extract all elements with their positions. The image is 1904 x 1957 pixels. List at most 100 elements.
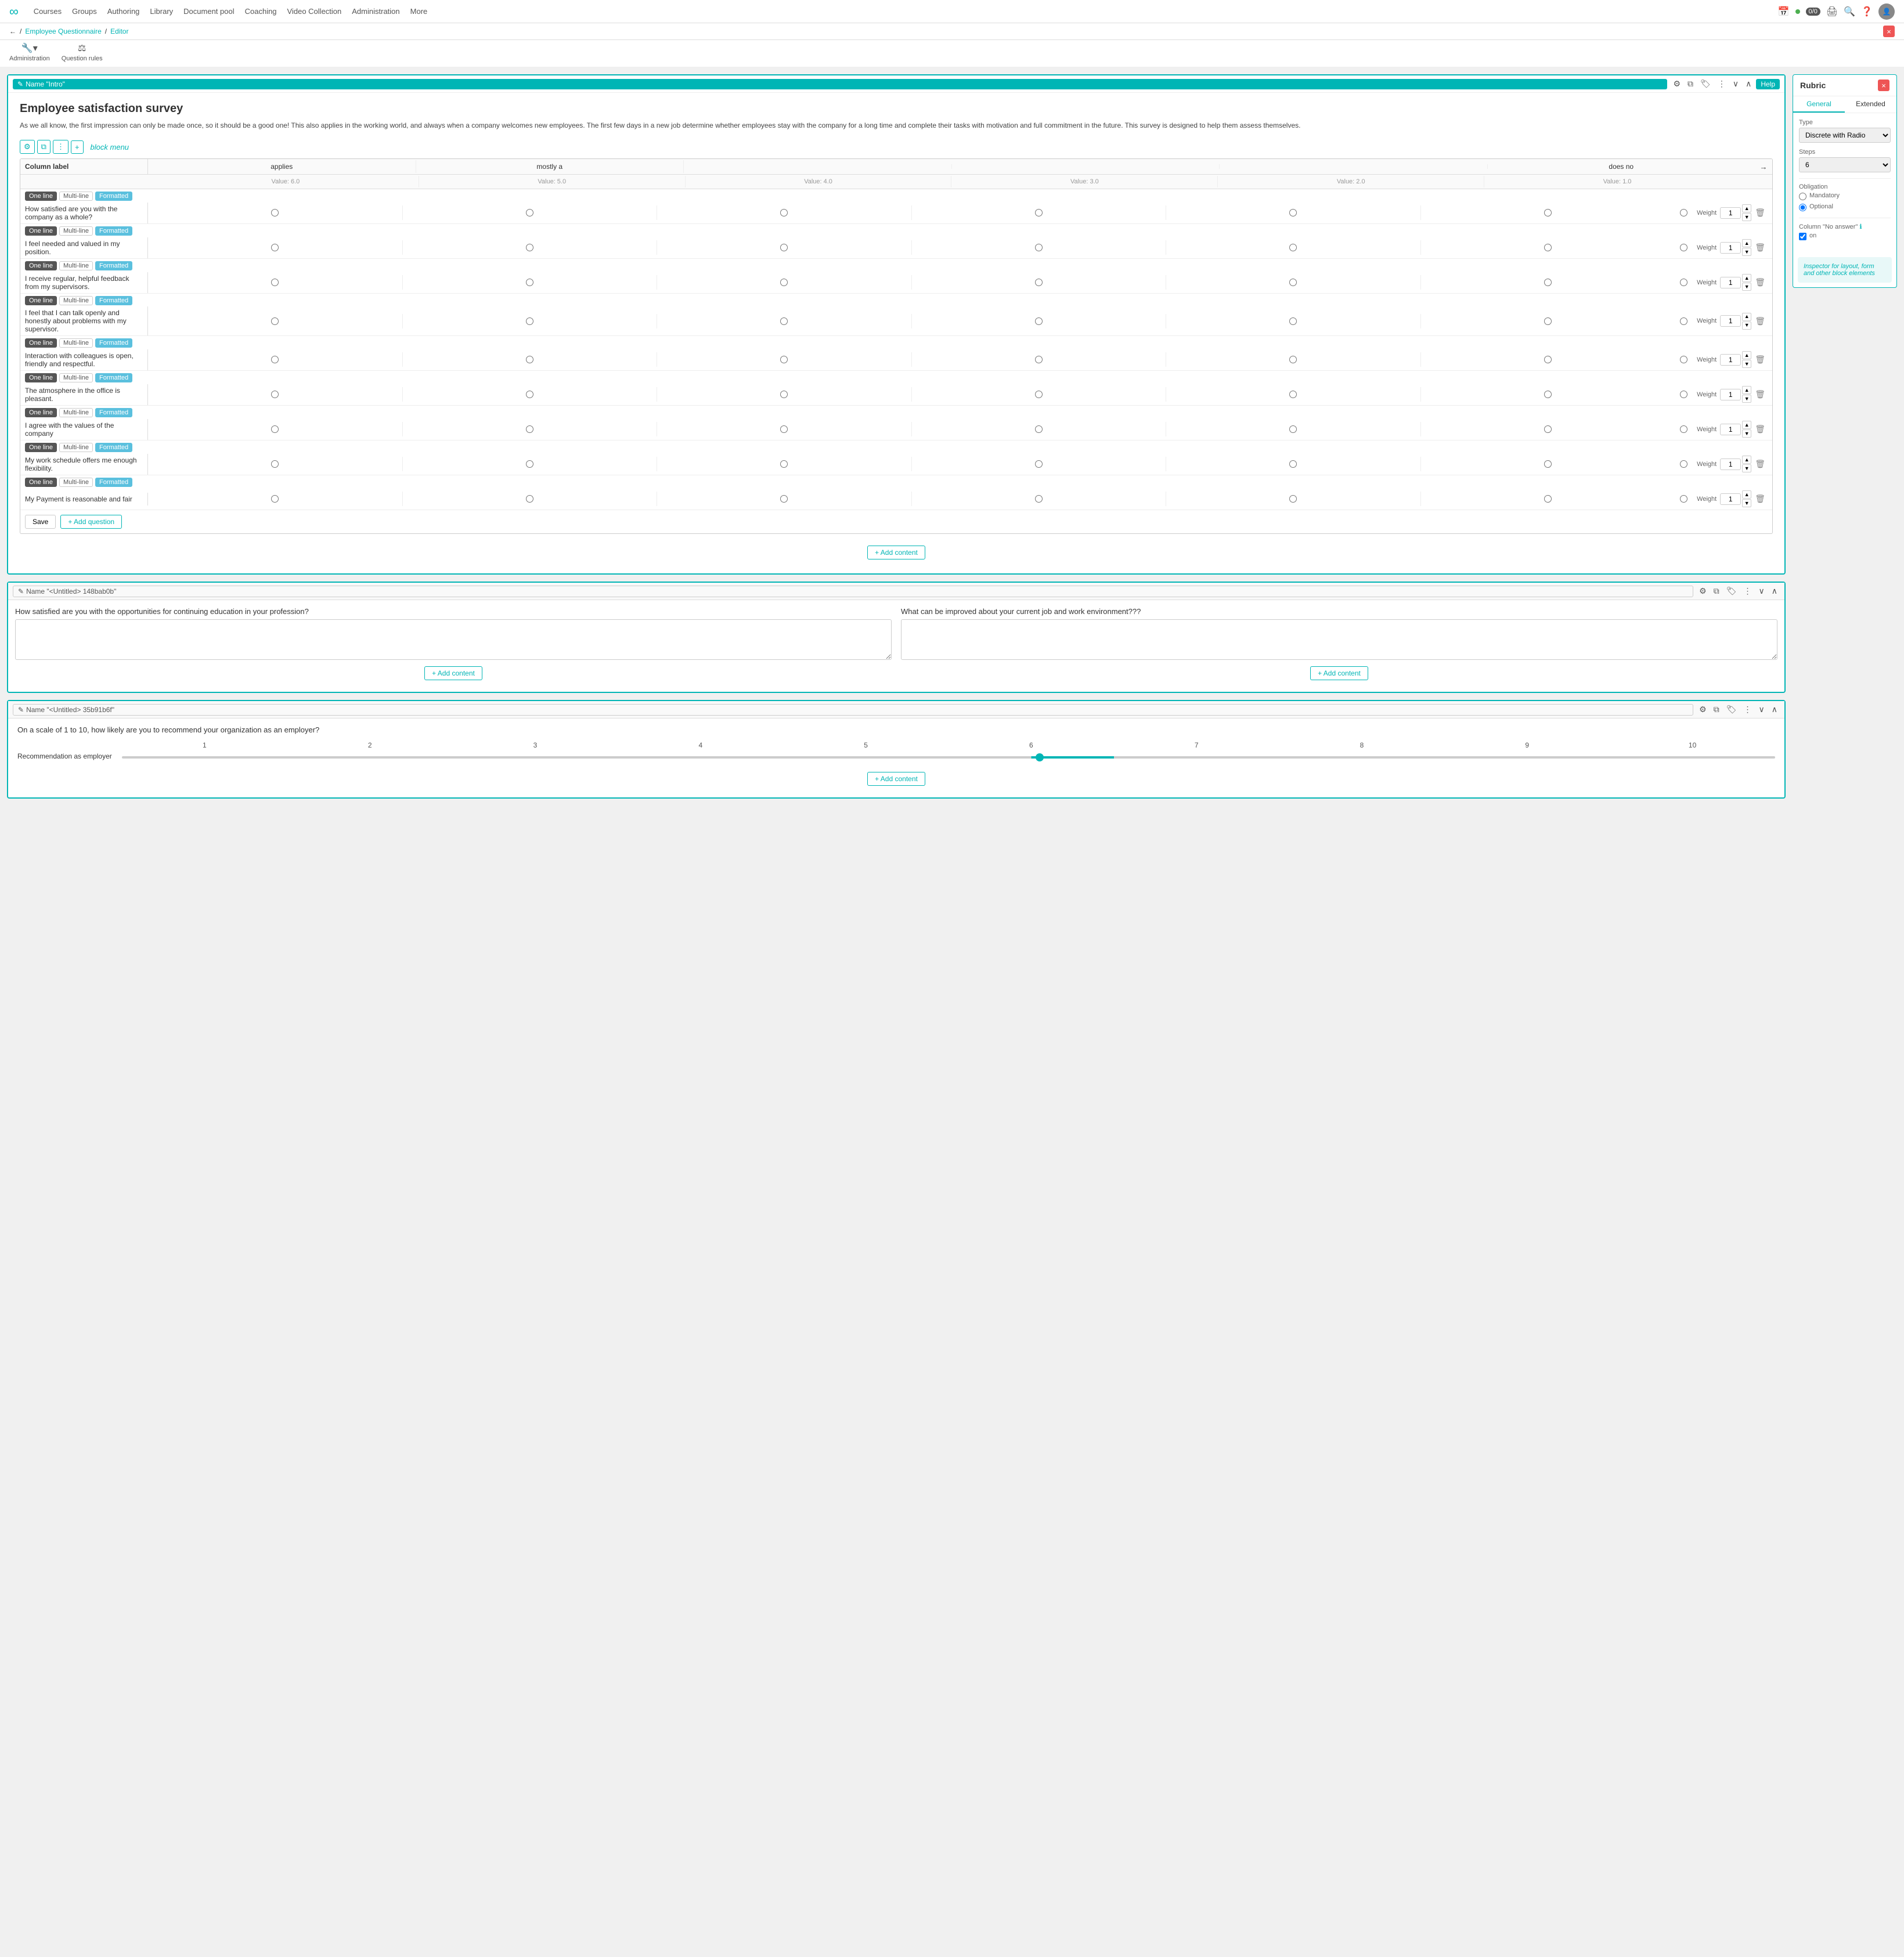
weight-up-4[interactable]: ▲: [1742, 351, 1751, 359]
weight-up-5[interactable]: ▲: [1742, 386, 1751, 394]
radio-5-5[interactable]: [1544, 391, 1552, 398]
weight-up-1[interactable]: ▲: [1742, 239, 1751, 247]
radio-4-0[interactable]: [271, 356, 279, 363]
row-tab-3-1[interactable]: Multi-line: [59, 296, 93, 305]
radio-3-3[interactable]: [1035, 317, 1043, 325]
radio-6-5[interactable]: [1544, 425, 1552, 433]
radio-1-0[interactable]: [271, 244, 279, 251]
breadcrumb-questionnaire[interactable]: Employee Questionnaire: [25, 27, 101, 35]
row-tab-5-0[interactable]: One line: [25, 373, 57, 382]
row-tab-6-2[interactable]: Formatted: [95, 408, 132, 417]
weight-down-8[interactable]: ▼: [1742, 499, 1751, 507]
radio-7-3[interactable]: [1035, 460, 1043, 468]
nav-coaching[interactable]: Coaching: [245, 7, 277, 16]
noanswer-radio-2[interactable]: [1680, 279, 1687, 286]
question-textarea-1[interactable]: [15, 619, 892, 660]
nav-administration[interactable]: Administration: [352, 7, 399, 16]
radio-0-1[interactable]: [526, 209, 533, 216]
row-tab-4-2[interactable]: Formatted: [95, 338, 132, 348]
radio-7-0[interactable]: [271, 460, 279, 468]
delete-row-3[interactable]: 🗑: [1752, 315, 1768, 327]
row-tab-6-0[interactable]: One line: [25, 408, 57, 417]
radio-4-4[interactable]: [1289, 356, 1297, 363]
noanswer-radio-6[interactable]: [1680, 425, 1687, 433]
weight-down-4[interactable]: ▼: [1742, 360, 1751, 368]
radio-1-2[interactable]: [780, 244, 788, 251]
weight-input-0[interactable]: [1720, 207, 1741, 219]
radio-3-4[interactable]: [1289, 317, 1297, 325]
add-question-button[interactable]: + Add question: [60, 515, 122, 529]
more-icon[interactable]: ⋮: [1715, 78, 1728, 90]
settings-icon[interactable]: ⚙: [1671, 78, 1683, 90]
radio-8-2[interactable]: [780, 495, 788, 503]
weight-up-0[interactable]: ▲: [1742, 204, 1751, 212]
nav-courses[interactable]: Courses: [34, 7, 62, 16]
radio-7-1[interactable]: [526, 460, 533, 468]
help-icon[interactable]: ❓: [1861, 6, 1873, 17]
row-tab-8-2[interactable]: Formatted: [95, 478, 132, 487]
add-content-button-2b[interactable]: + Add content: [1310, 666, 1368, 680]
row-tab-3-2[interactable]: Formatted: [95, 296, 132, 305]
radio-8-4[interactable]: [1289, 495, 1297, 503]
row-tab-4-1[interactable]: Multi-line: [59, 338, 93, 348]
question-textarea-2[interactable]: [901, 619, 1777, 660]
row-tab-0-2[interactable]: Formatted: [95, 192, 132, 201]
back-icon[interactable]: ←: [9, 27, 16, 35]
block-copy-button[interactable]: ⧉: [37, 140, 51, 154]
logo-icon[interactable]: ∞: [9, 4, 19, 19]
weight-up-3[interactable]: ▲: [1742, 313, 1751, 321]
administration-tool[interactable]: 🔧▾ Administration: [9, 42, 50, 62]
mandatory-label[interactable]: Mandatory: [1809, 192, 1840, 199]
chevron-down-icon[interactable]: ∨: [1730, 78, 1741, 90]
chevron-up-icon-2[interactable]: ∧: [1769, 585, 1780, 597]
close-button[interactable]: ×: [1883, 26, 1895, 37]
row-tab-0-1[interactable]: Multi-line: [59, 192, 93, 201]
weight-up-8[interactable]: ▲: [1742, 490, 1751, 499]
nav-library[interactable]: Library: [150, 7, 173, 16]
weight-down-7[interactable]: ▼: [1742, 464, 1751, 472]
radio-2-2[interactable]: [780, 279, 788, 286]
radio-6-0[interactable]: [271, 425, 279, 433]
row-tab-8-1[interactable]: Multi-line: [59, 478, 93, 487]
radio-6-1[interactable]: [526, 425, 533, 433]
noanswer-radio-3[interactable]: [1680, 317, 1687, 325]
radio-1-4[interactable]: [1289, 244, 1297, 251]
copy-icon[interactable]: ⧉: [1685, 78, 1696, 90]
radio-4-2[interactable]: [780, 356, 788, 363]
weight-input-4[interactable]: [1720, 354, 1741, 366]
print-icon[interactable]: 🖨: [1826, 6, 1838, 17]
delete-row-4[interactable]: 🗑: [1752, 353, 1768, 366]
radio-8-0[interactable]: [271, 495, 279, 503]
radio-5-1[interactable]: [526, 391, 533, 398]
avatar[interactable]: 👤: [1878, 3, 1895, 20]
row-tab-7-0[interactable]: One line: [25, 443, 57, 452]
row-tab-8-0[interactable]: One line: [25, 478, 57, 487]
radio-4-1[interactable]: [526, 356, 533, 363]
row-tab-0-0[interactable]: One line: [25, 192, 57, 201]
radio-2-4[interactable]: [1289, 279, 1297, 286]
noanswer-radio-4[interactable]: [1680, 356, 1687, 363]
radio-5-4[interactable]: [1289, 391, 1297, 398]
noanswer-radio-0[interactable]: [1680, 209, 1687, 216]
radio-7-5[interactable]: [1544, 460, 1552, 468]
nav-groups[interactable]: Groups: [72, 7, 97, 16]
radio-1-5[interactable]: [1544, 244, 1552, 251]
weight-down-3[interactable]: ▼: [1742, 322, 1751, 330]
radio-4-3[interactable]: [1035, 356, 1043, 363]
radio-8-3[interactable]: [1035, 495, 1043, 503]
tag-icon-3[interactable]: 🏷: [1724, 703, 1739, 716]
calendar-icon[interactable]: 📅: [1778, 6, 1790, 17]
weight-input-7[interactable]: [1720, 458, 1741, 470]
weight-input-5[interactable]: [1720, 389, 1741, 400]
radio-6-3[interactable]: [1035, 425, 1043, 433]
weight-input-3[interactable]: [1720, 315, 1741, 327]
rubric-close-button[interactable]: ×: [1878, 80, 1889, 91]
radio-0-4[interactable]: [1289, 209, 1297, 216]
block-settings-button[interactable]: ⚙: [20, 140, 35, 154]
row-tab-7-1[interactable]: Multi-line: [59, 443, 93, 452]
row-tab-2-1[interactable]: Multi-line: [59, 261, 93, 270]
delete-row-2[interactable]: 🗑: [1752, 276, 1768, 288]
row-tab-2-0[interactable]: One line: [25, 261, 57, 270]
weight-down-5[interactable]: ▼: [1742, 395, 1751, 403]
radio-0-0[interactable]: [271, 209, 279, 216]
